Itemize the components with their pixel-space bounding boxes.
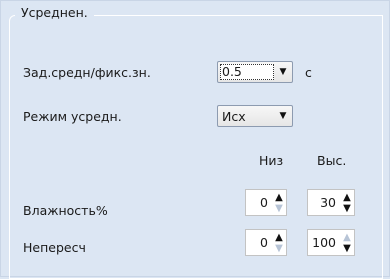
mode-value: Исх (222, 108, 246, 124)
humidity-high-spinner[interactable]: 30 ▲ ▼ (307, 189, 355, 216)
group-title: Усреднен. (15, 5, 94, 20)
spin-down-icon[interactable]: ▼ (343, 203, 351, 214)
setpoint-label: Зад.средн/фикс.зн. (23, 65, 151, 80)
humidity-high-value[interactable]: 30 (320, 195, 340, 210)
spin-up-icon[interactable]: ▲ (275, 232, 283, 243)
mode-label: Режим усредн. (23, 109, 122, 124)
column-high-header: Выс. (317, 153, 347, 168)
uncorrected-high-value[interactable]: 100 (312, 235, 340, 250)
setpoint-value: 0.5 (220, 64, 274, 80)
setpoint-unit: с (305, 65, 312, 80)
column-low-header: Низ (259, 153, 284, 168)
humidity-low-value[interactable]: 0 (260, 195, 272, 210)
chevron-down-icon[interactable]: ▼ (274, 62, 292, 82)
uncorrected-low-spinner[interactable]: 0 ▲ ▼ (245, 229, 287, 256)
spin-up-icon[interactable]: ▲ (343, 192, 351, 203)
spin-up-icon[interactable]: ▲ (343, 232, 351, 243)
spin-down-icon[interactable]: ▼ (343, 243, 351, 254)
uncorrected-low-value[interactable]: 0 (260, 235, 272, 250)
setpoint-select[interactable]: 0.5 ▼ (217, 61, 293, 83)
uncorrected-label: Непересч (23, 240, 86, 255)
mode-select[interactable]: Исх ▼ (217, 105, 293, 127)
spin-down-icon[interactable]: ▼ (275, 243, 283, 254)
spin-down-icon[interactable]: ▼ (275, 203, 283, 214)
spin-up-icon[interactable]: ▲ (275, 192, 283, 203)
humidity-low-spinner[interactable]: 0 ▲ ▼ (245, 189, 287, 216)
averaging-panel: Усреднен. Зад.средн/фикс.зн. 0.5 ▼ с Реж… (0, 0, 390, 279)
uncorrected-high-spinner[interactable]: 100 ▲ ▼ (307, 229, 355, 256)
chevron-down-icon[interactable]: ▼ (274, 106, 292, 126)
humidity-label: Влажность% (23, 203, 108, 218)
